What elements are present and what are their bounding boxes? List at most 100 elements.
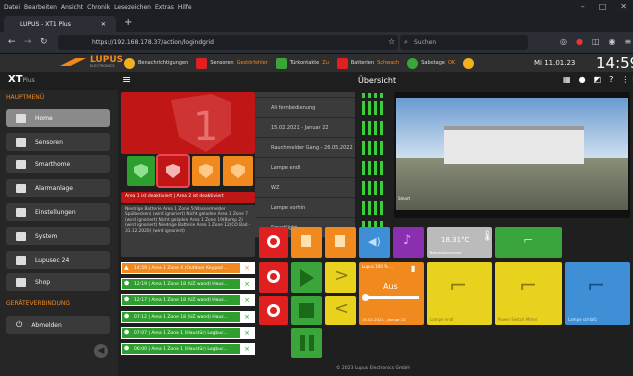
- menu-hilfe[interactable]: Hilfe: [178, 4, 192, 11]
- signal-strength: [362, 138, 390, 158]
- search-input[interactable]: Suchen: [400, 35, 528, 50]
- sidebar-item-lupusec24[interactable]: Lupusec 24: [6, 251, 110, 269]
- alarm-log-item[interactable]: ⬟ 07:07 | Area 1 Zone 1 (Haustür) Logbuc.…: [121, 327, 255, 339]
- new-tab-icon[interactable]: +: [124, 17, 132, 28]
- sidebar-item-sensoren[interactable]: Sensoren: [6, 133, 110, 151]
- image-icon[interactable]: ◩: [594, 75, 602, 84]
- disarm-shield-button[interactable]: [156, 154, 190, 188]
- shield-icon[interactable]: ◎: [560, 37, 567, 46]
- notifications-item[interactable]: Benachrichtigungen: [124, 57, 188, 69]
- menu-chronik[interactable]: Chronik: [87, 4, 110, 11]
- tab-close-icon[interactable]: ✕: [101, 21, 106, 28]
- bookmark-star-icon[interactable]: ☆: [388, 37, 395, 46]
- back-icon[interactable]: ←: [8, 37, 16, 47]
- window-controls: – □ ✕: [581, 2, 627, 11]
- arm-shield-button[interactable]: [127, 156, 155, 186]
- dismiss-icon[interactable]: ×: [240, 279, 254, 289]
- alert-bell-icon[interactable]: [463, 57, 475, 69]
- menu-bearbeiten[interactable]: Bearbeiten: [24, 4, 57, 11]
- alarm-log-item[interactable]: ⬟ 07:12 | Area 1 Zone 18 (UZ wand) Haus..…: [121, 311, 255, 323]
- sidebar-item-einstellungen[interactable]: Einstellungen: [6, 203, 110, 221]
- dimmer-slider[interactable]: [365, 296, 419, 299]
- battery-status-item[interactable]: Batterien Schwach: [336, 57, 399, 69]
- browser-tab[interactable]: LUPUS - XT1 Plus ✕: [4, 16, 116, 32]
- sidebar-item-shop[interactable]: Shop: [6, 273, 110, 291]
- sidebar-item-system[interactable]: System: [6, 227, 110, 245]
- appliance-tile-2[interactable]: [325, 227, 356, 258]
- music-tile[interactable]: ♪: [393, 227, 424, 258]
- reload-icon[interactable]: ↻: [40, 37, 48, 47]
- thermometer-icon: 🌡: [481, 231, 494, 242]
- forward-icon[interactable]: →: [24, 37, 32, 47]
- help-icon[interactable]: ?: [609, 75, 613, 84]
- collapse-sidebar-icon[interactable]: ◀: [94, 344, 108, 358]
- dismiss-icon[interactable]: ×: [240, 312, 254, 322]
- lamp-schlafz-tile[interactable]: ⌐ Lampe schlafz: [565, 262, 630, 325]
- dismiss-icon[interactable]: ×: [240, 328, 254, 338]
- camera-feed[interactable]: Smart: [394, 92, 630, 218]
- hamburger-menu-icon[interactable]: ≡: [625, 37, 632, 46]
- lupus-logo: LUPUS ELECTRONICS: [60, 56, 123, 68]
- account-icon[interactable]: ◉: [609, 37, 616, 46]
- lamp-tile[interactable]: ⌐ Lampe endl: [427, 262, 492, 325]
- sidebar-item-alarmanlage[interactable]: Alarmanlage: [6, 179, 110, 197]
- power-switch-tile[interactable]: ⌐ Power Switch Meter: [495, 262, 562, 325]
- sensors-status-item[interactable]: Sensoren Gestörfehler: [196, 57, 268, 69]
- sidebar-section-device: GERÄTEVERBINDUNG: [6, 300, 71, 307]
- play-tile[interactable]: [291, 262, 322, 293]
- prev-tile[interactable]: <: [325, 296, 356, 325]
- hamburger-icon[interactable]: ≡: [122, 73, 131, 86]
- list-item[interactable]: Rauchmelder Gang - 26.05.2022: [255, 138, 355, 158]
- alarm-area-panel[interactable]: 1: [121, 92, 255, 154]
- dimmer-tile[interactable]: Lupus 100 % ... Aus 15.02.2021 - Januar …: [359, 262, 424, 325]
- url-input[interactable]: https://192.168.178.37/action/logindgrid: [58, 35, 398, 50]
- siren-button[interactable]: [259, 227, 288, 258]
- alarm-log-item[interactable]: ⬟ 12:19 | Area 1 Zone 18 (UZ wand) Haus..…: [121, 278, 255, 290]
- list-item[interactable]: WZ: [255, 178, 355, 198]
- next-tile[interactable]: >: [325, 262, 356, 293]
- list-item[interactable]: Lampe endl: [255, 158, 355, 178]
- dismiss-icon[interactable]: ×: [240, 344, 254, 354]
- sabotage-status-item[interactable]: Sabotage OK: [407, 57, 455, 69]
- sidebar-item-home[interactable]: Home: [6, 109, 110, 127]
- menu-lesezeichen[interactable]: Lesezeichen: [114, 4, 151, 11]
- maximize-icon[interactable]: □: [599, 2, 607, 11]
- grid-icon[interactable]: ⋮⋮: [621, 75, 633, 84]
- sidebar-item-smarthome[interactable]: Smarthome: [6, 155, 110, 173]
- list-item[interactable]: Ali fernbedienung: [255, 98, 355, 118]
- alarm-log-item[interactable]: ⬟ 12:17 | Area 1 Zone 18 (UZ wand) Haus..…: [121, 294, 255, 306]
- pause-tile[interactable]: [291, 328, 322, 358]
- menu-ansicht[interactable]: Ansicht: [61, 4, 83, 11]
- home-shield-1-button[interactable]: [192, 156, 220, 186]
- menu-extras[interactable]: Extras: [155, 4, 174, 11]
- book-icon[interactable]: ▦: [563, 75, 571, 84]
- logout-button[interactable]: ⏻ Abmelden: [6, 316, 110, 334]
- alarm-log-item[interactable]: ▲ 14:59 | Area 1 Zone 4 (Outdoor Keypad .…: [121, 262, 255, 274]
- minimize-icon[interactable]: –: [581, 2, 585, 11]
- home-shield-2-button[interactable]: [223, 156, 253, 186]
- alarm-log-item[interactable]: ⬟ 06:00 | Area 1 Zone 1 (Haustür) Logbuc.…: [121, 343, 255, 355]
- extensions-icon[interactable]: ◫: [592, 37, 600, 46]
- siren-button-2[interactable]: [259, 262, 288, 293]
- contacts-status-item[interactable]: Türkontakte Zu: [275, 57, 329, 69]
- stop-tile[interactable]: [291, 296, 322, 325]
- door-contact-icon: [275, 57, 287, 69]
- chat-icon[interactable]: ●: [579, 75, 586, 84]
- menu-datei[interactable]: Datei: [4, 4, 20, 11]
- speaker-tile[interactable]: ◀): [359, 227, 390, 258]
- list-item[interactable]: Lampe vorhin: [255, 198, 355, 218]
- list-item[interactable]: 15.02.2021 - Januar 22: [255, 118, 355, 138]
- sabotage-check-icon: [407, 57, 419, 69]
- temperature-tile[interactable]: 18.31°C Temperatursensor 🌡: [427, 227, 494, 258]
- siren-button-3[interactable]: [259, 296, 288, 325]
- switch-tile-green[interactable]: ⌐: [495, 227, 562, 258]
- close-window-icon[interactable]: ✕: [620, 2, 627, 11]
- dimmer-slider-handle[interactable]: [362, 294, 369, 301]
- signal-strength: [362, 158, 390, 178]
- appliance-tile-1[interactable]: [291, 227, 322, 258]
- stop-icon: [299, 303, 314, 318]
- dismiss-icon[interactable]: ×: [240, 295, 254, 305]
- addon-icon[interactable]: ●: [576, 37, 583, 46]
- sidebar-section-main: HAUPTMENÜ: [6, 94, 45, 101]
- dismiss-icon[interactable]: ×: [240, 263, 254, 273]
